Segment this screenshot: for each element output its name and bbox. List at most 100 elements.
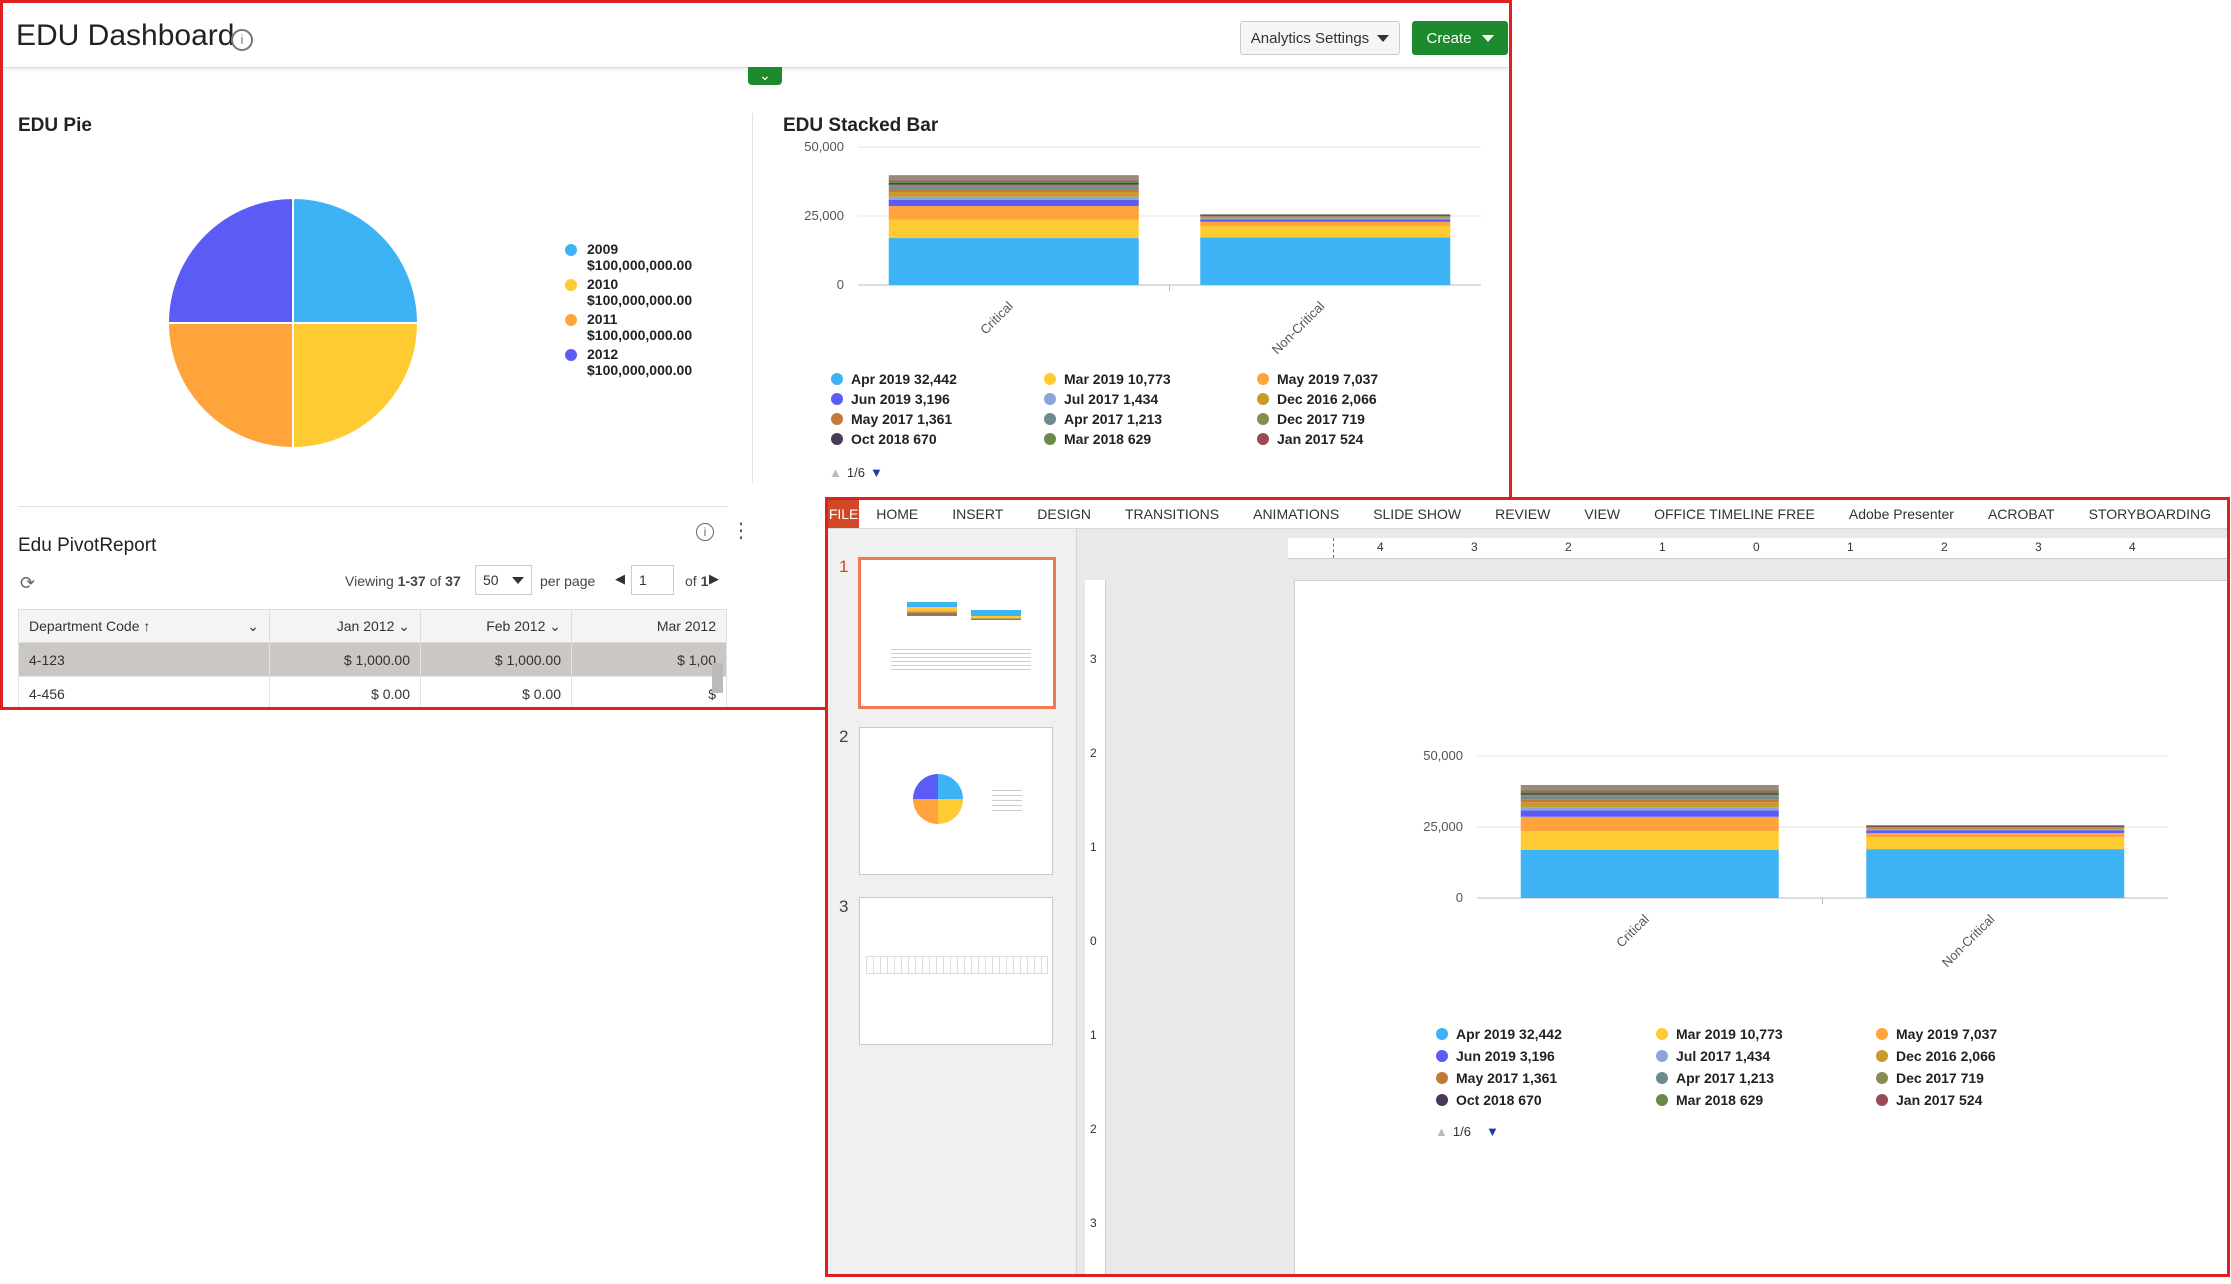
bar-segment[interactable] — [1520, 807, 1779, 811]
tab-home[interactable]: HOME — [859, 506, 935, 522]
bar-segment[interactable] — [1866, 828, 2125, 830]
bar-segment[interactable] — [1520, 793, 1779, 795]
pie-slice-2010[interactable] — [292, 322, 420, 450]
column-header[interactable]: Jan 2012 ⌄ — [269, 609, 421, 643]
bar-segment[interactable] — [1520, 796, 1779, 800]
slide-stacked-bar-chart[interactable]: 50,000 25,000 0 Critical Non-Critical — [1395, 746, 2195, 1006]
tab-view[interactable]: VIEW — [1567, 506, 1637, 522]
bar-segment[interactable] — [888, 219, 1139, 239]
tab-storyboarding[interactable]: STORYBOARDING — [2072, 506, 2227, 522]
column-header[interactable]: Department Code ↑ ⌄ — [18, 609, 270, 643]
bar-segment[interactable] — [1200, 218, 1451, 220]
bar-segment[interactable] — [888, 188, 1139, 192]
bar-segment[interactable] — [1520, 799, 1779, 803]
bar-segment[interactable] — [1520, 794, 1779, 797]
bar-segment[interactable] — [1520, 791, 1779, 794]
bar-segment[interactable] — [1520, 816, 1779, 831]
pie-legend-item[interactable]: 2009 $100,000,000.00 — [565, 241, 692, 273]
legend-item[interactable]: Jan 2017 524 — [1257, 431, 1470, 447]
bar-segment[interactable] — [1520, 802, 1779, 808]
bar-segment[interactable] — [1866, 837, 2125, 850]
bar-segment[interactable] — [1200, 221, 1451, 226]
legend-item[interactable]: Apr 2017 1,213 — [1044, 411, 1257, 427]
chevron-down-icon[interactable]: ⌄ — [549, 618, 561, 634]
legend-item[interactable]: Mar 2019 10,773 — [1044, 371, 1257, 387]
bar-segment[interactable] — [1200, 216, 1451, 218]
column-header[interactable]: Mar 2012 — [571, 609, 727, 643]
tab-design[interactable]: DESIGN — [1020, 506, 1108, 522]
chevron-down-icon[interactable]: ⌄ — [398, 618, 410, 634]
per-page-select[interactable]: 50 — [475, 565, 532, 595]
bar-segment[interactable] — [1520, 830, 1779, 850]
info-icon[interactable]: i — [696, 523, 714, 541]
bar-segment[interactable] — [1866, 824, 2125, 826]
legend-item[interactable]: Apr 2019 32,442 — [831, 371, 1044, 387]
bar-segment[interactable] — [1866, 849, 2125, 898]
bar-segment[interactable] — [888, 191, 1139, 197]
legend-item[interactable]: May 2019 7,037 — [1257, 371, 1470, 387]
slide-thumbnail-3[interactable] — [859, 897, 1053, 1045]
bar-segment[interactable] — [1520, 784, 1779, 791]
more-options-icon[interactable]: ⋮ — [731, 521, 751, 541]
pager-down-icon[interactable]: ▼ — [870, 465, 883, 480]
chevron-down-icon[interactable]: ⌄ — [247, 618, 259, 635]
bar-segment[interactable] — [1200, 237, 1451, 285]
info-icon[interactable]: i — [231, 29, 253, 51]
pager-up-icon[interactable]: ▲ — [829, 465, 842, 480]
tab-acrobat[interactable]: ACROBAT — [1971, 506, 2072, 522]
legend-item[interactable]: Mar 2018 629 — [1044, 431, 1257, 447]
bar-segment[interactable] — [1520, 790, 1779, 792]
column-header[interactable]: Feb 2012 ⌄ — [420, 609, 572, 643]
bar-segment[interactable] — [888, 199, 1139, 207]
legend-item[interactable]: Oct 2018 670 — [831, 431, 1044, 447]
pie-legend-item[interactable]: 2012 $100,000,000.00 — [565, 346, 692, 378]
legend-item[interactable]: Jul 2017 1,434 — [1044, 391, 1257, 407]
tab-adobe-presenter[interactable]: Adobe Presenter — [1832, 506, 1971, 522]
bar-segment[interactable] — [1200, 225, 1451, 238]
pie-legend-item[interactable]: 2011 $100,000,000.00 — [565, 311, 692, 343]
bar-segment[interactable] — [1866, 827, 2125, 829]
bar-segment[interactable] — [1866, 829, 2125, 831]
tab-review[interactable]: REVIEW — [1478, 506, 1567, 522]
bar-segment[interactable] — [1866, 830, 2125, 833]
bar-segment[interactable] — [1520, 849, 1779, 898]
pie-legend-item[interactable]: 2010 $100,000,000.00 — [565, 276, 692, 308]
bar-segment[interactable] — [888, 196, 1139, 200]
legend-item[interactable]: Dec 2016 2,066 — [1257, 391, 1470, 407]
bar-segment[interactable] — [1200, 219, 1451, 222]
bar-segment[interactable] — [1866, 825, 2125, 827]
bar-segment[interactable] — [1200, 217, 1451, 219]
bar-segment[interactable] — [1866, 832, 2125, 838]
table-row[interactable]: 4-123 $ 1,000.00 $ 1,000.00 $ 1,00 — [18, 642, 727, 677]
bar-segment[interactable] — [1200, 214, 1451, 216]
tab-file[interactable]: FILE — [828, 500, 860, 528]
sort-asc-icon[interactable]: ↑ — [143, 618, 150, 634]
bar-segment[interactable] — [888, 186, 1139, 189]
bar-segment[interactable] — [888, 238, 1139, 285]
tab-slide-show[interactable]: SLIDE SHOW — [1356, 506, 1478, 522]
pie-slice-2009[interactable] — [292, 196, 420, 324]
tab-animations[interactable]: ANIMATIONS — [1236, 506, 1356, 522]
tab-transitions[interactable]: TRANSITIONS — [1108, 506, 1236, 522]
bar-segment[interactable] — [888, 184, 1139, 187]
bar-segment[interactable] — [888, 180, 1139, 182]
pie-slice-2012[interactable] — [166, 196, 294, 324]
bar-segment[interactable] — [888, 175, 1139, 181]
bar-segment[interactable] — [1520, 810, 1779, 817]
bar-segment[interactable] — [888, 183, 1139, 185]
slide-thumbnail-1[interactable] — [858, 557, 1056, 709]
page-number-input[interactable]: 1 — [631, 565, 674, 595]
chevron-down-icon[interactable]: ⌄ — [748, 67, 782, 85]
slide-thumbnail-2[interactable] — [859, 727, 1053, 875]
bar-segment[interactable] — [888, 206, 1139, 220]
legend-item[interactable]: Dec 2017 719 — [1257, 411, 1470, 427]
analytics-settings-button[interactable]: Analytics Settings — [1240, 21, 1400, 55]
table-row[interactable]: 4-456 $ 0.00 $ 0.00 $ — [18, 676, 727, 707]
create-button[interactable]: Create — [1412, 21, 1508, 55]
tab-office-timeline[interactable]: OFFICE TIMELINE FREE — [1637, 506, 1832, 522]
next-page-icon[interactable]: ▶ — [709, 571, 719, 587]
prev-page-icon[interactable]: ◀ — [615, 571, 625, 587]
pie-slice-2011[interactable] — [166, 322, 294, 450]
legend-item[interactable]: May 2017 1,361 — [831, 411, 1044, 427]
slide-canvas[interactable]: 50,000 25,000 0 Critical Non-Critical Apr 20… — [1294, 580, 2227, 1274]
